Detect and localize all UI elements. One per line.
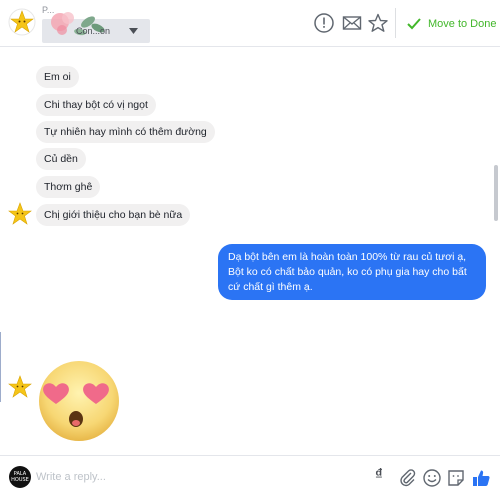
- mail-icon[interactable]: [341, 12, 363, 34]
- heart-eyes-emoji-icon: [39, 361, 119, 441]
- currency-icon[interactable]: ₫: [375, 466, 383, 483]
- move-to-done-label: Move to Done: [428, 18, 497, 30]
- check-icon: [407, 18, 421, 30]
- attachment-icon[interactable]: [398, 468, 418, 488]
- alert-icon[interactable]: [313, 12, 335, 34]
- outgoing-message: Dạ bột bên em là hoàn toàn 100% từ rau c…: [218, 244, 486, 300]
- sticker-icon[interactable]: [446, 468, 466, 488]
- incoming-message: Em oi: [36, 66, 79, 88]
- message-thread[interactable]: Em oi Chi thay bột có vị ngọt Tự nhiên h…: [0, 47, 500, 455]
- chevron-down-icon[interactable]: [129, 28, 138, 35]
- conversation-header: P... Con...on Move to Done: [0, 0, 500, 47]
- header-divider: [395, 8, 396, 38]
- page-logo: PALA HOUSE: [9, 466, 31, 488]
- star-avatar-icon: [8, 375, 32, 398]
- star-avatar-icon: [8, 202, 32, 225]
- status-label: Con...on: [76, 26, 111, 36]
- incoming-message: Tự nhiên hay mình có thêm đường: [36, 121, 215, 143]
- star-avatar-icon[interactable]: [8, 8, 36, 36]
- incoming-message: Củ dền: [36, 148, 86, 170]
- move-to-done-button[interactable]: Move to Done: [406, 15, 496, 33]
- reply-composer: PALA HOUSE ₫: [0, 455, 500, 501]
- scrollbar[interactable]: [494, 165, 498, 221]
- reply-input[interactable]: [36, 467, 356, 487]
- incoming-message: Chi thay bột có vị ngọt: [36, 94, 156, 116]
- incoming-message: Chị giới thiệu cho bạn bè nữa: [36, 204, 191, 226]
- logo-line2: HOUSE: [11, 477, 29, 483]
- star-icon[interactable]: [367, 12, 389, 34]
- thumbs-up-icon[interactable]: [471, 468, 491, 488]
- emoji-icon[interactable]: [422, 468, 442, 488]
- thread-edge-line: [0, 332, 1, 402]
- incoming-message: Thơm ghê: [36, 176, 101, 198]
